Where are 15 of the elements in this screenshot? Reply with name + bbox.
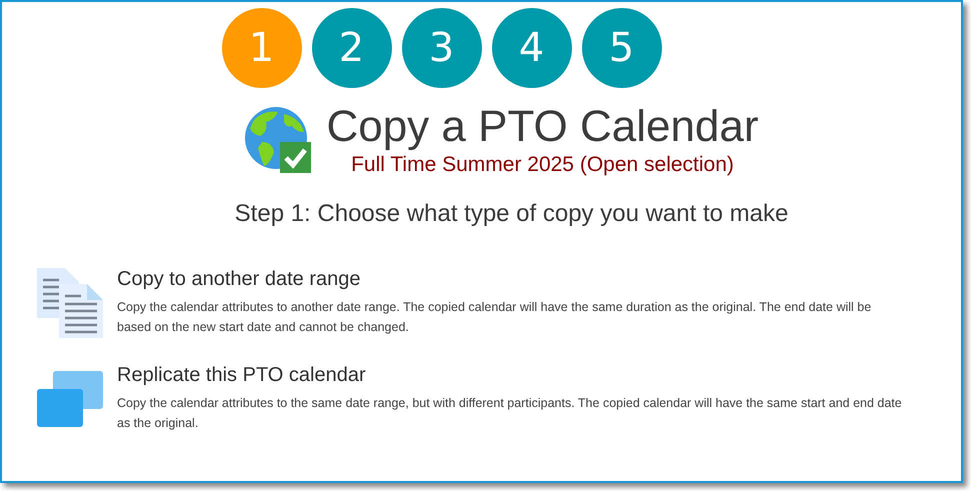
step-circle[interactable]: 5 [582, 8, 662, 88]
globe-check-icon [244, 106, 312, 174]
step-circle[interactable]: 1 [222, 8, 302, 88]
step-circle[interactable]: 3 [402, 8, 482, 88]
page-title: Copy a PTO Calendar [326, 102, 759, 152]
option-description: Copy the calendar attributes to the same date range, but with different participants. The copied calendar will have the same start and end date as the original. [117, 395, 903, 432]
option-title[interactable]: Copy to another date range [117, 268, 907, 290]
overlapping-squares-icon [35, 368, 105, 428]
step-circle[interactable]: 2 [312, 8, 392, 88]
step-circle[interactable]: 4 [492, 8, 572, 88]
calendar-subtitle: Full Time Summer 2025 (Open selection) [351, 152, 734, 178]
step-heading: Step 1: Choose what type of copy you want to make [234, 200, 790, 228]
option-description: Copy the calendar attributes to another date range. The copied calendar will have the same duration as the original. The end date will be based on the new start date and cannot be changed. [117, 298, 872, 336]
option-title[interactable]: Replicate this PTO calendar [117, 364, 907, 387]
documents-icon [35, 266, 105, 338]
